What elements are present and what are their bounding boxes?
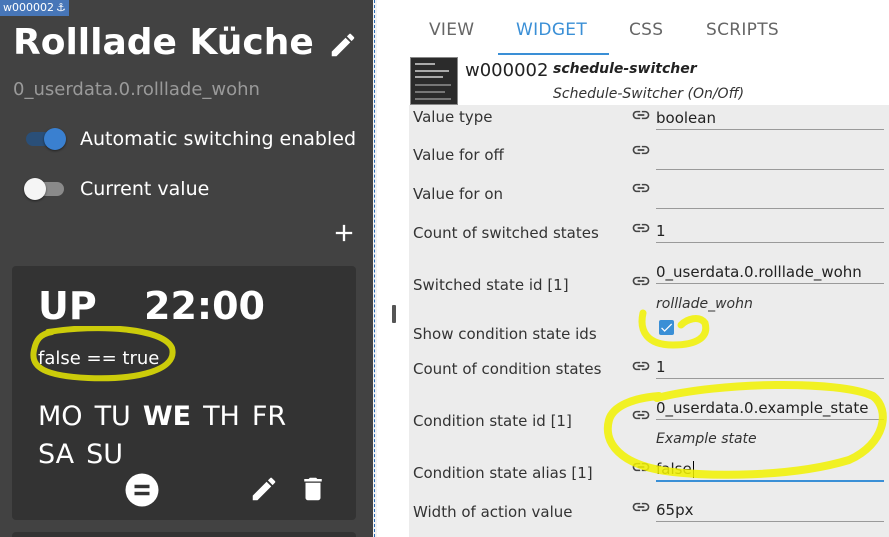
attr-input-switched-state-id[interactable]: 0_userdata.0.rolllade_wohn (656, 261, 884, 284)
preview-area: w000002 ⚓ Rolllade Küche 0_userdata.0.rol… (0, 0, 377, 537)
attr-label-condition-state-id: Condition state id [1] (413, 412, 572, 430)
tab-view[interactable]: VIEW (429, 20, 474, 40)
widget-subtitle: 0_userdata.0.rolllade_wohn (13, 79, 260, 100)
attr-label-count-switched: Count of switched states (413, 224, 599, 242)
widget-id-tag[interactable]: w000002 ⚓ (0, 0, 69, 16)
highlight-scribble (30, 326, 176, 382)
attr-label-value-for-on: Value for on (413, 185, 504, 203)
panel-splitter[interactable] (377, 0, 409, 537)
link-icon[interactable] (631, 356, 651, 376)
attr-input-value-type[interactable]: boolean (656, 107, 884, 130)
attributes-panel: VIEW WIDGET CSS SCRIPTS w000002 schedule… (409, 0, 889, 537)
automatic-switching-label: Automatic switching enabled (80, 128, 357, 150)
trigger-time: 22:00 (144, 284, 265, 328)
weekday-th: TH (203, 401, 240, 432)
attr-label-width-action: Width of action value (413, 503, 573, 521)
link-icon[interactable] (631, 105, 651, 125)
automatic-switching-toggle[interactable] (24, 128, 66, 150)
widget-id-tag-label: w000002 (3, 1, 54, 14)
attr-label-value-for-off: Value for off (413, 146, 504, 164)
highlight-scribble (638, 309, 710, 349)
edit-title-icon[interactable] (328, 30, 358, 60)
weekday-list: MO TU WE TH FR SA SU (38, 398, 328, 474)
trigger-card: UP 22:00 false == true MO TU WE TH FR SA SU (12, 266, 356, 520)
weekday-fr: FR (251, 401, 287, 432)
weekday-su: SU (86, 439, 124, 470)
widget-id: w000002 (465, 60, 549, 81)
weekday-tu: TU (94, 401, 131, 432)
trigger-card-next (12, 532, 356, 537)
link-icon[interactable] (631, 178, 651, 198)
attr-label-value-type: Value type (413, 108, 493, 126)
edit-trigger-icon[interactable] (249, 474, 279, 504)
widget-selection-border (374, 0, 375, 537)
link-icon[interactable] (631, 497, 651, 517)
weekday-sa: SA (38, 439, 75, 470)
tab-css[interactable]: CSS (629, 20, 663, 40)
current-value-label: Current value (80, 178, 210, 200)
tab-widget[interactable]: WIDGET (516, 20, 587, 40)
attr-input-count-switched[interactable]: 1 (656, 220, 884, 243)
attr-label-count-condition: Count of condition states (413, 360, 602, 378)
delete-trigger-icon[interactable] (298, 474, 328, 504)
weekday-we: WE (142, 401, 192, 432)
anchor-icon: ⚓ (56, 1, 66, 14)
weekday-mo: MO (38, 401, 83, 432)
attr-label-condition-alias: Condition state alias [1] (413, 464, 593, 482)
add-trigger-icon[interactable] (330, 219, 358, 247)
current-value-toggle[interactable] (24, 178, 66, 200)
splitter-grip-icon[interactable] (392, 305, 396, 323)
active-tab-indicator (498, 53, 609, 55)
attr-label-switched-state-id: Switched state id [1] (413, 276, 569, 294)
highlight-scribble (603, 380, 887, 479)
attribute-list: Value type boolean Value for off Value f… (409, 105, 889, 537)
attr-input-value-for-off[interactable] (656, 147, 884, 170)
widget-title: Rolllade Küche (13, 22, 314, 63)
link-icon[interactable] (631, 140, 651, 160)
attr-input-count-condition[interactable]: 1 (656, 356, 884, 379)
widget-type: schedule-switcher (553, 61, 697, 77)
tab-scripts[interactable]: SCRIPTS (706, 20, 779, 40)
link-icon[interactable] (631, 271, 651, 291)
schedule-switcher-widget[interactable]: w000002 ⚓ Rolllade Küche 0_userdata.0.rol… (0, 0, 373, 537)
condition-equals-icon[interactable] (124, 472, 160, 508)
attr-input-width-action[interactable]: 65px (656, 499, 884, 522)
widget-thumbnail (410, 57, 458, 105)
panel-tabs: VIEW WIDGET CSS SCRIPTS (409, 0, 889, 56)
trigger-action-value: UP (38, 284, 97, 328)
attr-input-value-for-on[interactable] (656, 186, 884, 209)
attr-label-show-condition-ids: Show condition state ids (413, 325, 597, 343)
widget-set-name: Schedule-Switcher (On/Off) (553, 86, 745, 102)
link-icon[interactable] (631, 218, 651, 238)
